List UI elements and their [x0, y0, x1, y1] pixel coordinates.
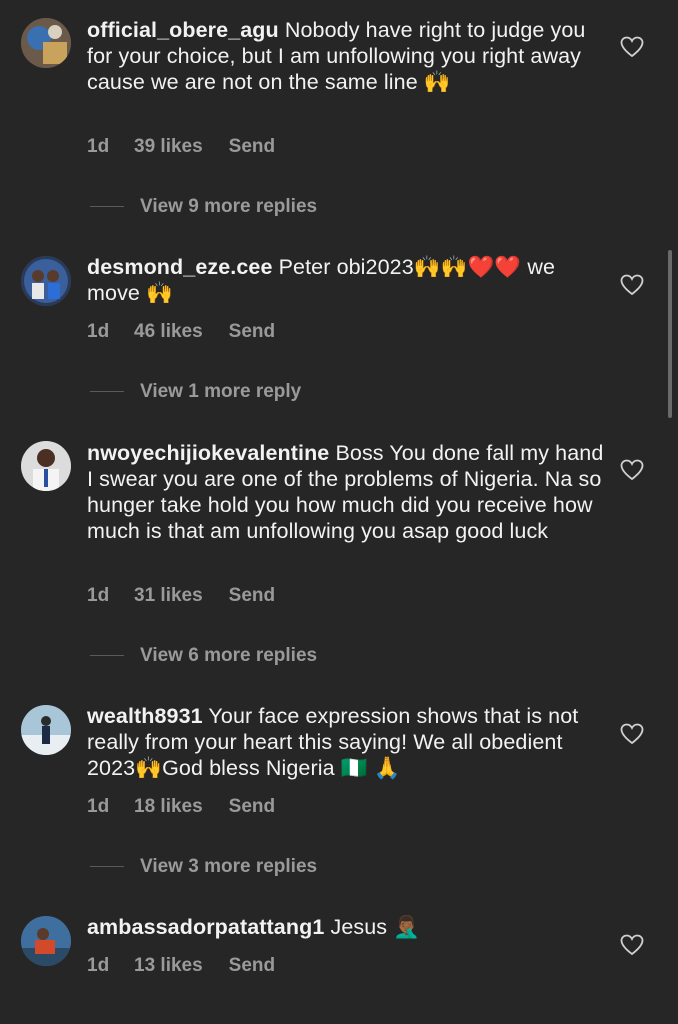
comment-time: 1d [87, 796, 110, 817]
send-button[interactable]: Send [229, 136, 275, 158]
avatar[interactable] [21, 916, 71, 966]
heart-icon[interactable] [620, 274, 644, 296]
comment-text: official_obere_agu Nobody have right to … [87, 17, 607, 95]
replies-divider [90, 866, 124, 868]
send-button[interactable]: Send [229, 955, 275, 977]
view-replies-label: View 9 more replies [140, 196, 318, 217]
view-replies-label: View 3 more replies [140, 856, 318, 877]
view-replies-button[interactable]: View 9 more replies [90, 196, 317, 218]
avatar[interactable] [21, 705, 71, 755]
comment-time: 1d [87, 321, 110, 342]
replies-divider [90, 655, 124, 657]
heart-icon[interactable] [620, 723, 644, 745]
comment-username[interactable]: desmond_eze.cee [87, 255, 273, 279]
comment-text: ambassadorpatattang1 Jesus 🤦🏾‍♂️ [87, 914, 607, 940]
replies-divider [90, 391, 124, 393]
send-button[interactable]: Send [229, 796, 275, 818]
heart-icon[interactable] [620, 459, 644, 481]
comment-meta: 1d 46 likes Send [87, 321, 275, 343]
view-replies-button[interactable]: View 6 more replies [90, 645, 317, 667]
comment-likes[interactable]: 46 likes [134, 321, 203, 343]
comment-meta: 1d 13 likes Send [87, 955, 275, 977]
avatar[interactable] [21, 18, 71, 68]
comment-time: 1d [87, 955, 110, 976]
replies-divider [90, 206, 124, 208]
comment-likes[interactable]: 18 likes [134, 796, 203, 818]
comment-text: desmond_eze.cee Peter obi2023🙌🙌❤️❤️ we m… [87, 254, 607, 306]
avatar[interactable] [21, 256, 71, 306]
comment-text: nwoyechijiokevalentine Boss You done fal… [87, 440, 607, 544]
send-button[interactable]: Send [229, 585, 275, 607]
comment-likes[interactable]: 31 likes [134, 585, 203, 607]
comment-meta: 1d 39 likes Send [87, 136, 275, 158]
comment-username[interactable]: wealth8931 [87, 704, 203, 728]
comment-text: wealth8931 Your face expression shows th… [87, 703, 607, 781]
comment-body: Jesus 🤦🏾‍♂️ [324, 915, 421, 939]
comment-username[interactable]: nwoyechijiokevalentine [87, 441, 329, 465]
comment-meta: 1d 31 likes Send [87, 585, 275, 607]
comment-username[interactable]: official_obere_agu [87, 18, 279, 42]
send-button[interactable]: Send [229, 321, 275, 343]
comment-likes[interactable]: 39 likes [134, 136, 203, 158]
scrollbar[interactable] [668, 250, 672, 418]
comment-meta: 1d 18 likes Send [87, 796, 275, 818]
view-replies-button[interactable]: View 3 more replies [90, 856, 317, 878]
comment-time: 1d [87, 136, 110, 157]
avatar[interactable] [21, 441, 71, 491]
comment-likes[interactable]: 13 likes [134, 955, 203, 977]
heart-icon[interactable] [620, 36, 644, 58]
comment-username[interactable]: ambassadorpatattang1 [87, 915, 324, 939]
view-replies-label: View 6 more replies [140, 645, 318, 666]
heart-icon[interactable] [620, 934, 644, 956]
comment-time: 1d [87, 585, 110, 606]
view-replies-label: View 1 more reply [140, 381, 302, 402]
view-replies-button[interactable]: View 1 more reply [90, 381, 301, 403]
